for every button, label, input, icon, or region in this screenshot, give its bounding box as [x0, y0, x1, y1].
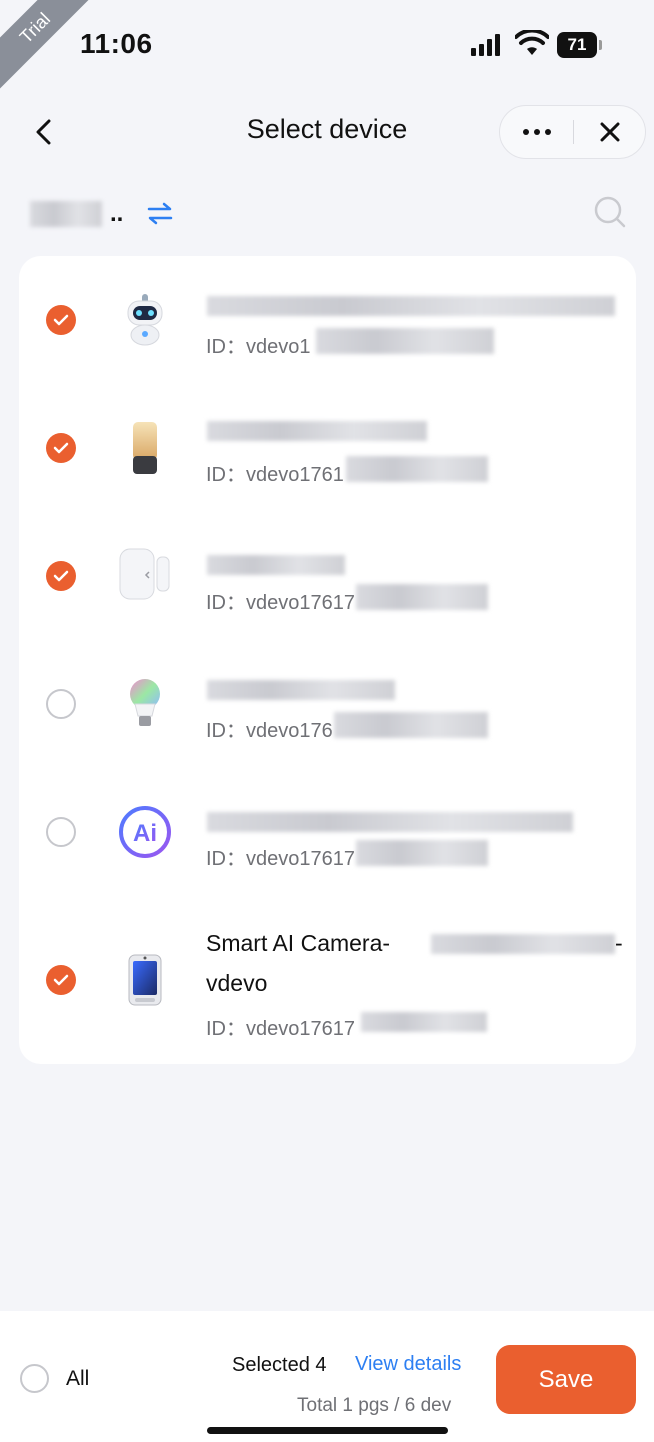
door-sensor-icon	[116, 545, 174, 603]
checkbox-unchecked[interactable]	[46, 689, 76, 719]
cellular-signal-icon	[471, 34, 500, 56]
ai-assistant-icon: Ai	[116, 803, 174, 861]
device-name-redacted	[207, 812, 573, 832]
light-bulb-icon	[116, 675, 174, 733]
device-id-redacted	[346, 456, 488, 482]
checkbox-checked[interactable]	[46, 305, 76, 335]
list-item[interactable]: Smart AI Camera- - vdevo ID：vdevo17617	[19, 896, 636, 1064]
status-bar: Trial 11:06 71	[0, 0, 654, 94]
device-id-redacted	[361, 1012, 487, 1032]
svg-text:Ai: Ai	[133, 820, 157, 847]
device-id: ID：vdevo1761	[206, 464, 344, 486]
search-icon[interactable]	[592, 194, 628, 230]
checkmark-icon	[53, 974, 69, 986]
selected-count: Selected 4	[232, 1354, 327, 1376]
device-name: Smart AI Camera-	[206, 923, 390, 963]
camera-device-icon	[116, 951, 174, 1009]
device-id-redacted	[334, 712, 488, 738]
battery-tip	[599, 40, 602, 50]
checkbox-unchecked[interactable]	[46, 817, 76, 847]
device-id: ID：vdevo17617	[206, 848, 355, 870]
bottom-action-bar: All Selected 4 View details Total 1 pgs …	[0, 1311, 654, 1442]
device-name-redacted	[431, 934, 615, 954]
battery-indicator: 71	[557, 32, 597, 58]
checkbox-checked[interactable]	[46, 561, 76, 591]
view-details-link[interactable]: View details	[355, 1353, 461, 1376]
close-button[interactable]	[574, 106, 645, 158]
list-item[interactable]: ID：vdevo176	[19, 640, 636, 768]
wifi-icon	[515, 30, 549, 55]
home-selector[interactable]: ..	[30, 194, 175, 234]
more-button[interactable]	[500, 106, 573, 158]
select-all-label[interactable]: All	[66, 1367, 89, 1391]
more-icon-dot	[533, 129, 540, 135]
device-name-line2: vdevo	[206, 970, 268, 996]
checkmark-icon	[53, 442, 69, 454]
status-time: 11:06	[80, 28, 153, 59]
home-name-redacted	[30, 201, 102, 227]
home-indicator	[207, 1427, 448, 1434]
device-name-redacted	[207, 555, 345, 575]
close-icon	[600, 122, 619, 142]
device-id-redacted	[356, 840, 488, 866]
home-name-ellipsis: ..	[110, 200, 124, 227]
device-name-redacted	[207, 680, 395, 700]
list-item[interactable]: ID：vdevo17617	[19, 512, 636, 640]
list-item[interactable]: ID：vdevo1761	[19, 384, 636, 512]
total-count: Total 1 pgs / 6 dev	[297, 1395, 452, 1416]
switch-arrows-icon[interactable]	[145, 199, 175, 229]
list-item[interactable]: ID：vdevo1	[19, 256, 636, 384]
more-icon-dot	[544, 129, 551, 135]
list-item[interactable]: Ai ID：vdevo17617	[19, 768, 636, 896]
device-id-redacted	[356, 584, 488, 610]
device-list: ID：vdevo1 ID：vdevo1761 ID：vdevo17617 ID：…	[19, 256, 636, 1064]
checkmark-icon	[53, 570, 69, 582]
checkbox-checked[interactable]	[46, 433, 76, 463]
device-id: ID：vdevo17617	[206, 592, 355, 614]
mini-program-capsule	[499, 105, 646, 159]
device-name-line1: Smart AI Camera-	[206, 930, 391, 956]
select-all-checkbox[interactable]	[20, 1364, 49, 1393]
device-id: ID：vdevo176	[206, 720, 333, 742]
robot-icon	[116, 289, 174, 347]
checkmark-icon	[53, 314, 69, 326]
device-id: ID：vdevo17617	[206, 1018, 355, 1040]
smart-speaker-icon	[116, 419, 174, 477]
device-name-line1-end: -	[615, 930, 623, 956]
checkbox-checked[interactable]	[46, 965, 76, 995]
device-id: ID：vdevo1	[206, 336, 311, 358]
device-id-redacted	[316, 328, 494, 354]
save-button[interactable]: Save	[496, 1345, 636, 1414]
device-name-redacted	[207, 296, 615, 316]
device-name-redacted	[207, 421, 427, 441]
more-icon-dot	[522, 129, 529, 135]
